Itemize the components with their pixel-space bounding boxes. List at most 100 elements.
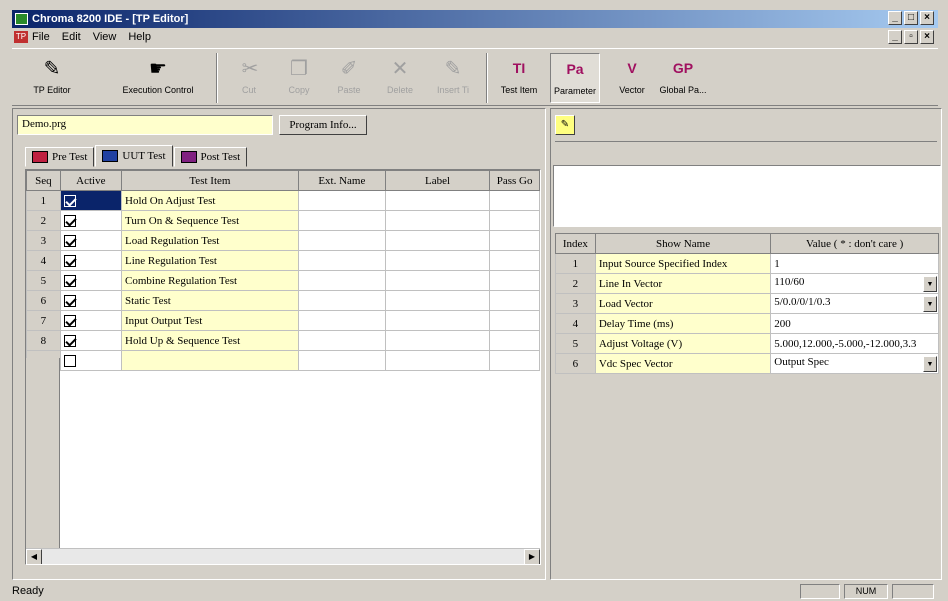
active-cell[interactable] (59, 310, 123, 331)
ext-name-cell[interactable] (297, 290, 386, 311)
child-minimize-button[interactable]: _ (888, 30, 902, 44)
dropdown-arrow-icon[interactable]: ▼ (923, 295, 937, 312)
test-item-cell[interactable]: Input Output Test (121, 310, 299, 331)
table-row[interactable]: 2 Line In Vector ▼ 110/60 (555, 273, 939, 294)
menu-file[interactable]: File (32, 28, 50, 46)
scroll-left-icon[interactable]: ◀ (26, 549, 42, 564)
pass-go-cell[interactable] (489, 250, 540, 271)
test-item-cell[interactable]: Combine Regulation Test (121, 270, 299, 291)
active-cell[interactable] (59, 190, 123, 211)
dropdown-arrow-icon[interactable]: ▼ (923, 275, 937, 292)
table-row[interactable]: 3 Load Regulation Test (26, 230, 540, 251)
label-cell[interactable] (384, 330, 491, 351)
active-cell[interactable] (59, 210, 123, 231)
parameter-button[interactable]: Pa Parameter (550, 53, 600, 103)
table-row[interactable]: 6 Vdc Spec Vector ▼ Output Spec (555, 353, 939, 374)
menu-help[interactable]: Help (128, 28, 151, 46)
label-cell[interactable] (384, 210, 491, 231)
column-header-index[interactable]: Index (555, 233, 596, 254)
column-header-label[interactable]: Label (384, 170, 491, 191)
column-header-active[interactable]: Active (59, 170, 123, 191)
menu-edit[interactable]: Edit (62, 28, 81, 46)
pass-go-cell[interactable] (489, 270, 540, 291)
active-checkbox[interactable] (63, 274, 76, 287)
value-cell[interactable]: 5.000,12.000,-5.000,-12.000,3.3 (770, 333, 939, 354)
ext-name-cell[interactable] (297, 210, 386, 231)
column-header-seq[interactable]: Seq (26, 170, 61, 191)
dropdown-arrow-icon[interactable]: ▼ (923, 355, 937, 372)
test-item-cell[interactable]: Static Test (121, 290, 299, 311)
active-checkbox[interactable] (63, 234, 76, 247)
child-close-button[interactable]: × (920, 30, 934, 44)
pass-go-cell[interactable] (489, 230, 540, 251)
child-restore-button[interactable]: ▫ (904, 30, 918, 44)
label-cell[interactable] (384, 350, 491, 371)
column-header-test-item[interactable]: Test Item (121, 170, 299, 191)
test-item-cell[interactable]: Turn On & Sequence Test (121, 210, 299, 231)
test-item-cell[interactable]: Load Regulation Test (121, 230, 299, 251)
pass-go-cell[interactable] (489, 210, 540, 231)
active-cell[interactable] (59, 270, 123, 291)
copy-button[interactable]: ❐ Copy (282, 53, 316, 103)
ext-name-cell[interactable] (297, 330, 386, 351)
pass-go-cell[interactable] (489, 290, 540, 311)
table-row[interactable]: 2 Turn On & Sequence Test (26, 210, 540, 231)
menu-view[interactable]: View (93, 28, 117, 46)
active-checkbox[interactable] (63, 314, 76, 327)
active-cell[interactable] (59, 230, 123, 251)
row-seq[interactable]: 3 (26, 230, 61, 251)
table-row[interactable]: 5 Combine Regulation Test (26, 270, 540, 291)
minimize-button[interactable]: _ (888, 11, 902, 25)
delete-button[interactable]: ✕ Delete (382, 53, 418, 103)
parameter-tool-button[interactable]: ✎ (555, 115, 575, 135)
test-item-button[interactable]: TI Test Item (496, 53, 542, 103)
horizontal-scrollbar[interactable]: ◀ ▶ (26, 548, 540, 564)
value-cell[interactable]: ▼ 5/0.0/0/1/0.3 (770, 293, 939, 314)
test-item-cell[interactable]: Hold On Adjust Test (121, 190, 299, 211)
test-item-cell[interactable]: Line Regulation Test (121, 250, 299, 271)
column-header-show-name[interactable]: Show Name (594, 233, 772, 254)
label-cell[interactable] (384, 290, 491, 311)
tab-pre-test[interactable]: Pre Test (25, 147, 95, 167)
table-row[interactable] (26, 350, 540, 371)
child-window-icon[interactable]: TP (14, 31, 28, 43)
pass-go-cell[interactable] (489, 310, 540, 331)
label-cell[interactable] (384, 310, 491, 331)
ext-name-cell[interactable] (297, 270, 386, 291)
active-checkbox[interactable] (63, 334, 76, 347)
active-cell[interactable] (59, 350, 123, 371)
row-seq[interactable]: 5 (26, 270, 61, 291)
ext-name-cell[interactable] (297, 310, 386, 331)
table-row[interactable]: 4 Delay Time (ms) 200 (555, 313, 939, 334)
table-row[interactable]: 1 Input Source Specified Index 1 (555, 253, 939, 274)
global-parameter-button[interactable]: GP Global Pa... (658, 53, 708, 103)
label-cell[interactable] (384, 270, 491, 291)
label-cell[interactable] (384, 250, 491, 271)
value-cell[interactable]: 200 (770, 313, 939, 334)
vector-button[interactable]: V Vector (612, 53, 652, 103)
active-checkbox[interactable] (63, 194, 76, 207)
table-row[interactable]: 6 Static Test (26, 290, 540, 311)
tab-post-test[interactable]: Post Test (173, 147, 248, 167)
column-header-ext-name[interactable]: Ext. Name (297, 170, 386, 191)
ext-name-cell[interactable] (297, 250, 386, 271)
label-cell[interactable] (384, 230, 491, 251)
test-item-cell[interactable]: Hold Up & Sequence Test (121, 330, 299, 351)
paste-button[interactable]: ✐ Paste (332, 53, 366, 103)
table-row[interactable]: 1 Hold On Adjust Test (26, 190, 540, 211)
ext-name-cell[interactable] (297, 230, 386, 251)
tp-editor-button[interactable]: ✎ TP Editor (26, 53, 78, 103)
row-seq[interactable]: 2 (26, 210, 61, 231)
active-checkbox[interactable] (63, 354, 76, 367)
execution-control-button[interactable]: ☛ Execution Control (108, 53, 208, 103)
value-cell[interactable]: 1 (770, 253, 939, 274)
row-seq[interactable]: 8 (26, 330, 61, 351)
active-checkbox[interactable] (63, 254, 76, 267)
row-seq[interactable]: 6 (26, 290, 61, 311)
active-cell[interactable] (59, 290, 123, 311)
pass-go-cell[interactable] (489, 330, 540, 351)
cut-button[interactable]: ✂ Cut (234, 53, 264, 103)
active-cell[interactable] (59, 250, 123, 271)
program-filename[interactable]: Demo.prg (17, 115, 273, 135)
table-row[interactable]: 3 Load Vector ▼ 5/0.0/0/1/0.3 (555, 293, 939, 314)
